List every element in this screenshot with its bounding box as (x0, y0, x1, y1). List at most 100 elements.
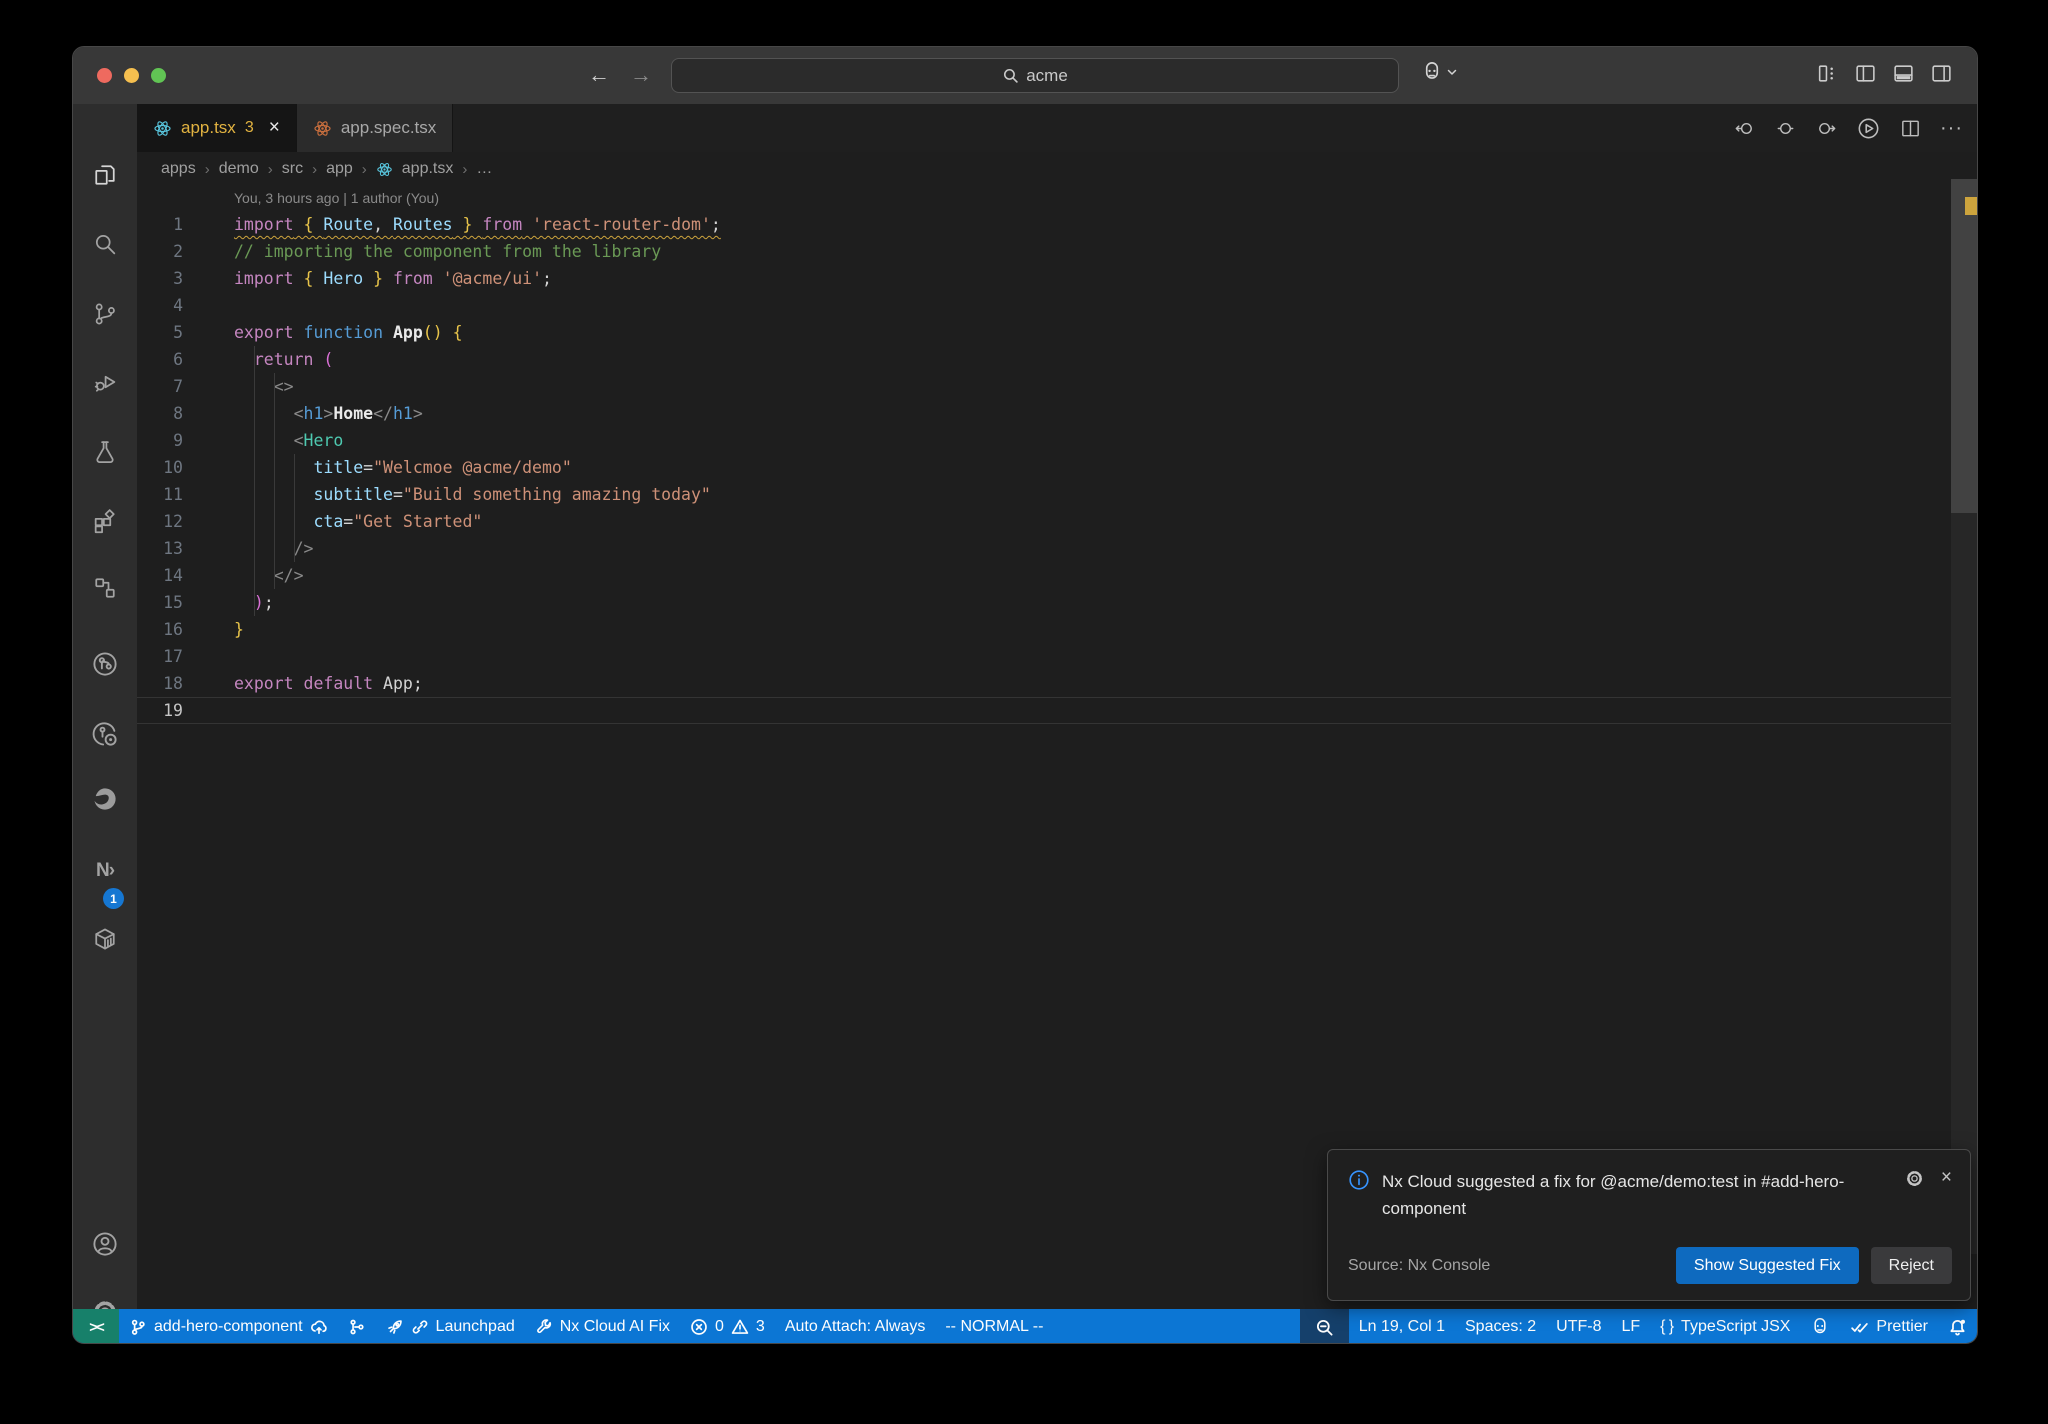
nx-console-icon[interactable]: N› (90, 856, 120, 886)
toggle-panel-icon[interactable] (1892, 62, 1915, 85)
split-editor-icon[interactable] (1899, 117, 1922, 140)
line-number[interactable]: 16 (137, 616, 183, 643)
notifications-bell-item[interactable] (1938, 1309, 1977, 1343)
code-line[interactable]: 5 export function App() { (137, 319, 1977, 346)
project-graph-icon[interactable] (90, 573, 120, 603)
breadcrumb-symbol[interactable]: … (476, 160, 492, 178)
breadcrumb-item[interactable]: app (326, 160, 353, 178)
nav-location-forward-icon[interactable] (1815, 117, 1838, 140)
eol-item[interactable]: LF (1611, 1309, 1650, 1343)
accounts-icon[interactable] (90, 1229, 120, 1259)
language-mode-item[interactable]: { } TypeScript JSX (1650, 1309, 1800, 1343)
close-notification-icon[interactable]: × (1941, 1168, 1952, 1189)
code-line[interactable]: 8 <h1>Home</h1> (137, 400, 1977, 427)
history-forward-icon[interactable]: → (630, 62, 652, 88)
customize-layout-icon[interactable] (1816, 62, 1839, 85)
nav-location-icon[interactable] (1774, 117, 1797, 140)
editor-scrollbar-thumb[interactable] (1951, 179, 1977, 513)
tab-app-tsx[interactable]: app.tsx 3 × (137, 104, 297, 152)
code-line[interactable]: 18 export default App; (137, 670, 1977, 697)
more-actions-icon[interactable]: ··· (1940, 117, 1963, 140)
nav-location-back-icon[interactable] (1733, 117, 1756, 140)
close-window-button[interactable] (97, 68, 112, 83)
nx-cloud-ai-fix-item[interactable]: Nx Cloud AI Fix (525, 1309, 680, 1343)
line-number[interactable]: 6 (137, 346, 183, 373)
line-number[interactable]: 18 (137, 670, 183, 697)
show-suggested-fix-button[interactable]: Show Suggested Fix (1675, 1247, 1859, 1284)
minimize-window-button[interactable] (124, 68, 139, 83)
git-branch-item[interactable]: add-hero-component (119, 1309, 338, 1343)
git-graph-icon[interactable] (90, 649, 120, 679)
code-line[interactable]: 7 <> (137, 373, 1977, 400)
breadcrumb-item[interactable]: apps (161, 160, 196, 178)
git-blame-codelens[interactable]: You, 3 hours ago | 1 author (You) (234, 190, 439, 206)
line-number[interactable]: 7 (137, 373, 183, 400)
breadcrumb-item[interactable]: src (282, 160, 303, 178)
line-number[interactable]: 19 (137, 697, 183, 724)
line-number[interactable]: 2 (137, 238, 183, 265)
vim-mode-item[interactable]: -- NORMAL -- (935, 1309, 1053, 1343)
zoom-indicator-item[interactable] (1299, 1309, 1349, 1343)
testing-icon[interactable] (90, 437, 120, 467)
run-debug-icon[interactable] (90, 367, 120, 397)
encoding-item[interactable]: UTF-8 (1546, 1309, 1611, 1343)
code-line[interactable]: 14 </> (137, 562, 1977, 589)
extensions-icon[interactable] (90, 505, 120, 535)
code-line[interactable]: 17 (137, 643, 1977, 670)
auto-attach-item[interactable]: Auto Attach: Always (775, 1309, 936, 1343)
line-number[interactable]: 14 (137, 562, 183, 589)
close-tab-icon[interactable]: × (269, 117, 280, 139)
code-line[interactable]: 11 subtitle="Build something amazing tod… (137, 481, 1977, 508)
copilot-menu[interactable] (1421, 61, 1458, 83)
breadcrumb-item[interactable]: demo (219, 160, 259, 178)
problems-item[interactable]: 0 3 (680, 1309, 775, 1343)
code-line[interactable]: 4 (137, 292, 1977, 319)
command-center-search[interactable]: acme (671, 58, 1399, 93)
search-icon[interactable] (90, 229, 120, 259)
source-control-icon[interactable] (90, 299, 120, 329)
line-number[interactable]: 11 (137, 481, 183, 508)
explorer-icon[interactable] (90, 160, 120, 190)
cursor-position-item[interactable]: Ln 19, Col 1 (1349, 1309, 1455, 1343)
line-number[interactable]: 5 (137, 319, 183, 346)
code-line[interactable]: 19 (137, 697, 1977, 724)
line-number[interactable]: 3 (137, 265, 183, 292)
code-line[interactable]: 6 return ( (137, 346, 1977, 373)
run-file-icon[interactable] (1856, 116, 1881, 141)
code-line[interactable]: 9 <Hero (137, 427, 1977, 454)
code-editor[interactable]: 1 import { Route, Routes } from 'react-ro… (137, 211, 1977, 724)
reject-button[interactable]: Reject (1870, 1247, 1952, 1284)
breadcrumb-file[interactable]: app.tsx (402, 160, 454, 178)
gitlens-icon[interactable] (90, 719, 120, 749)
code-line[interactable]: 16} (137, 616, 1977, 643)
indentation-item[interactable]: Spaces: 2 (1455, 1309, 1546, 1343)
maximize-window-button[interactable] (151, 68, 166, 83)
line-number[interactable]: 4 (137, 292, 183, 319)
toggle-secondary-sidebar-icon[interactable] (1930, 62, 1953, 85)
history-back-icon[interactable]: ← (588, 62, 610, 88)
code-line[interactable]: 15 ); (137, 589, 1977, 616)
toggle-primary-sidebar-icon[interactable] (1854, 62, 1877, 85)
launchpad-item[interactable]: Launchpad (376, 1309, 525, 1343)
line-number[interactable]: 10 (137, 454, 183, 481)
line-number[interactable]: 8 (137, 400, 183, 427)
edge-devtools-icon[interactable] (90, 784, 120, 814)
line-number[interactable]: 1 (137, 211, 183, 238)
code-line[interactable]: 12 cta="Get Started" (137, 508, 1977, 535)
prettier-item[interactable]: Prettier (1840, 1309, 1938, 1343)
git-graph-status-item[interactable] (338, 1309, 376, 1343)
line-number[interactable]: 13 (137, 535, 183, 562)
code-line[interactable]: 1 import { Route, Routes } from 'react-ro… (137, 211, 1977, 238)
tab-app-spec-tsx[interactable]: app.spec.tsx (296, 104, 454, 152)
copilot-status-item[interactable] (1800, 1309, 1840, 1343)
line-number[interactable]: 17 (137, 643, 183, 670)
code-line[interactable]: 3 import { Hero } from '@acme/ui'; (137, 265, 1977, 292)
line-number[interactable]: 15 (137, 589, 183, 616)
editor-scrollbar-track[interactable] (1951, 513, 1977, 1254)
code-line[interactable]: 13 /> (137, 535, 1977, 562)
line-number[interactable]: 12 (137, 508, 183, 535)
code-line[interactable]: 2 // importing the component from the lib… (137, 238, 1977, 265)
remote-indicator[interactable]: >< (73, 1309, 119, 1343)
notification-settings-gear-icon[interactable] (1904, 1168, 1925, 1189)
code-line[interactable]: 10 title="Welcmoe @acme/demo" (137, 454, 1977, 481)
